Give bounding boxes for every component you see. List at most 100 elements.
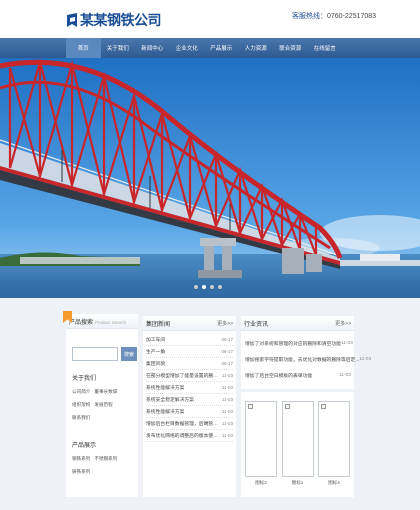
news-item-date: 11-03	[221, 409, 233, 414]
nav-item-products[interactable]: 产品展示	[204, 38, 239, 58]
gallery-image	[245, 401, 277, 477]
banner-dots	[194, 285, 222, 289]
nav-item-home[interactable]: 首页	[66, 38, 101, 58]
news-list: 加工车间 06-17 生产一角 06-17 集团风貌 06-17 在部分模型增加了能量…	[143, 331, 236, 442]
gallery-caption: 图标4	[328, 480, 340, 485]
news-item-date: 11-03	[221, 373, 233, 378]
hotline: 客服热线：0760-22517083	[292, 11, 376, 21]
broken-image-icon	[284, 404, 290, 409]
product-links: 钢铁系列 不锈钢系列 铸铁系列	[72, 456, 138, 482]
hero-banner[interactable]	[0, 58, 420, 298]
news-panel: 集团新闻 更多>> 加工车间 06-17 生产一角 06-17 集团风貌 06-17 …	[143, 316, 236, 497]
broken-image-icon	[321, 404, 326, 409]
nav-item-resources[interactable]: 联合资源	[273, 38, 308, 58]
product-link-stainless[interactable]: 不锈钢系列	[94, 456, 117, 462]
gallery-card[interactable]: 图标4	[318, 401, 350, 486]
news-item[interactable]: 加工车间 06-17	[146, 334, 233, 346]
product-link-cast-iron[interactable]: 铸铁系列	[72, 469, 90, 475]
nav-item-news[interactable]: 新闻中心	[135, 38, 170, 58]
hotline-label: 客服热线：	[292, 13, 327, 20]
gallery-image	[318, 401, 350, 477]
industry-item-date: 11-03	[359, 356, 372, 362]
news-item-title: 生产一角	[146, 350, 166, 355]
gallery-card[interactable]: 图标1	[281, 401, 314, 486]
news-item-title: 加工车间	[146, 338, 166, 343]
nav-item-hr[interactable]: 人力资源	[239, 38, 274, 58]
banner-dot[interactable]	[218, 285, 222, 289]
about-link-history[interactable]: 发展历程	[94, 402, 112, 408]
nav-item-about[interactable]: 关于我们	[101, 38, 136, 58]
news-item[interactable]: 系统安全稳定解决方案 11-03	[146, 394, 233, 406]
site-header: 某某钢铁公司 客服热线：0760-22517083	[0, 0, 420, 38]
news-item-date: 11-03	[221, 385, 233, 390]
left-sidebar: 产品搜索 Product Search 搜索 关于我们 公司简介 董事长致辞 组织…	[63, 311, 138, 497]
news-title: 集团新闻	[146, 321, 171, 328]
image-gallery: 图标2 图标1 图标4	[241, 392, 354, 497]
news-item[interactable]: 发布优化网络的调整后的版本使用lpes方式11-03	[146, 430, 233, 442]
industry-panel: 行业资讯 更多>> 增加了对系统和管理的对应的删除和清空功能 11-03 增加搜索…	[241, 316, 371, 389]
gallery-card[interactable]: 图标2	[245, 401, 277, 486]
industry-item-title: 增加了对系统和管理的对应的删除和清空功能	[245, 341, 341, 347]
about-link-chairman[interactable]: 董事长致辞	[94, 389, 117, 395]
news-more-link[interactable]: 更多>>	[217, 320, 233, 327]
search-input[interactable]	[72, 347, 118, 361]
industry-item[interactable]: 增加了对系统和管理的对应的删除和清空功能 11-03	[245, 335, 353, 351]
search-button[interactable]: 搜索	[121, 347, 137, 361]
news-item-date: 06-17	[221, 349, 233, 354]
news-item[interactable]: 在部分模型增加了能量设置的删除等等的其他内容11-03	[146, 370, 233, 382]
news-item-date: 06-17	[221, 337, 233, 342]
about-links: 公司简介 董事长致辞 组织架构 发展历程 联系我们	[72, 389, 138, 428]
company-name: 某某钢铁公司	[80, 14, 162, 29]
news-item-title: 增加后台栏目数据管理，后端管理系统，优化性能	[146, 422, 220, 427]
industry-more-link[interactable]: 更多>>	[335, 320, 351, 327]
news-header: 集团新闻 更多>>	[143, 316, 236, 331]
news-item-date: 11-03	[221, 421, 233, 426]
news-item-date: 06-17	[221, 361, 233, 366]
industry-header: 行业资讯 更多>>	[241, 316, 354, 331]
news-item[interactable]: 集团风貌 06-17	[146, 358, 233, 370]
gallery-caption: 图标2	[255, 480, 267, 485]
bridge-image	[0, 58, 420, 298]
product-link-steel[interactable]: 钢铁系列	[72, 456, 90, 462]
nav-item-culture[interactable]: 企业文化	[170, 38, 205, 58]
industry-item[interactable]: 增加了后台空白模板的表单功能 11-03	[245, 367, 351, 383]
nav-item-message[interactable]: 在线留言	[308, 38, 343, 58]
gallery-caption: 图标1	[291, 480, 304, 485]
about-link-structure[interactable]: 组织架构	[72, 402, 90, 408]
news-item[interactable]: 增加后台栏目数据管理，后端管理系统，优化性能11-03	[146, 418, 233, 430]
news-item[interactable]: 系统性能解决方案 11-03	[146, 406, 233, 418]
industry-item-title: 增加搜索字符提取功能，去优化对数据的删除等后定...	[245, 357, 360, 363]
about-link-intro[interactable]: 公司简介	[72, 389, 90, 395]
logo-icon	[67, 13, 77, 27]
industry-title: 行业资讯	[244, 321, 269, 328]
industry-item[interactable]: 增加搜索字符提取功能，去优化对数据的删除等后定... 11-03	[245, 351, 371, 367]
news-item-title: 发布优化网络的调整后的版本使用lpes方式	[146, 434, 220, 439]
search-row: 搜索	[72, 347, 138, 361]
news-item-date: 11-03	[221, 433, 233, 438]
news-item[interactable]: 系统性能解决方案 11-03	[146, 382, 233, 394]
about-link-contact[interactable]: 联系我们	[72, 415, 90, 421]
products-title: 产品展示	[72, 443, 97, 449]
main-nav: 首页 关于我们 新闻中心 企业文化 产品展示 人力资源 联合资源 在线留言	[0, 38, 420, 58]
industry-item-title: 增加了后台空白模板的表单功能	[245, 373, 313, 379]
banner-dot[interactable]	[194, 285, 198, 289]
banner-dot[interactable]	[210, 285, 214, 289]
broken-image-icon	[248, 404, 253, 409]
industry-list: 增加了对系统和管理的对应的删除和清空功能 11-03 增加搜索字符提取功能，去优化…	[241, 331, 371, 383]
news-item-title: 系统性能解决方案	[146, 386, 185, 391]
news-item-title: 在部分模型增加了能量设置的删除等等的其他内容	[146, 374, 220, 379]
news-item[interactable]: 生产一角 06-17	[146, 346, 233, 358]
industry-item-date: 11-03	[339, 372, 351, 378]
search-title: 产品搜索	[69, 319, 94, 326]
search-header: 产品搜索 Product Search	[66, 314, 138, 329]
news-item-title: 系统性能解决方案	[146, 410, 185, 415]
banner-dot-active[interactable]	[202, 285, 206, 289]
hotline-number: 0760-22517083	[327, 13, 377, 20]
logo[interactable]: 某某钢铁公司	[66, 10, 162, 30]
industry-item-date: 11-03	[340, 340, 353, 346]
gallery-image	[281, 401, 314, 477]
search-subtitle: Product Search	[95, 319, 127, 325]
news-item-title: 系统安全稳定解决方案	[146, 398, 194, 403]
about-title: 关于我们	[72, 376, 97, 382]
news-item-title: 集团风貌	[146, 362, 166, 367]
